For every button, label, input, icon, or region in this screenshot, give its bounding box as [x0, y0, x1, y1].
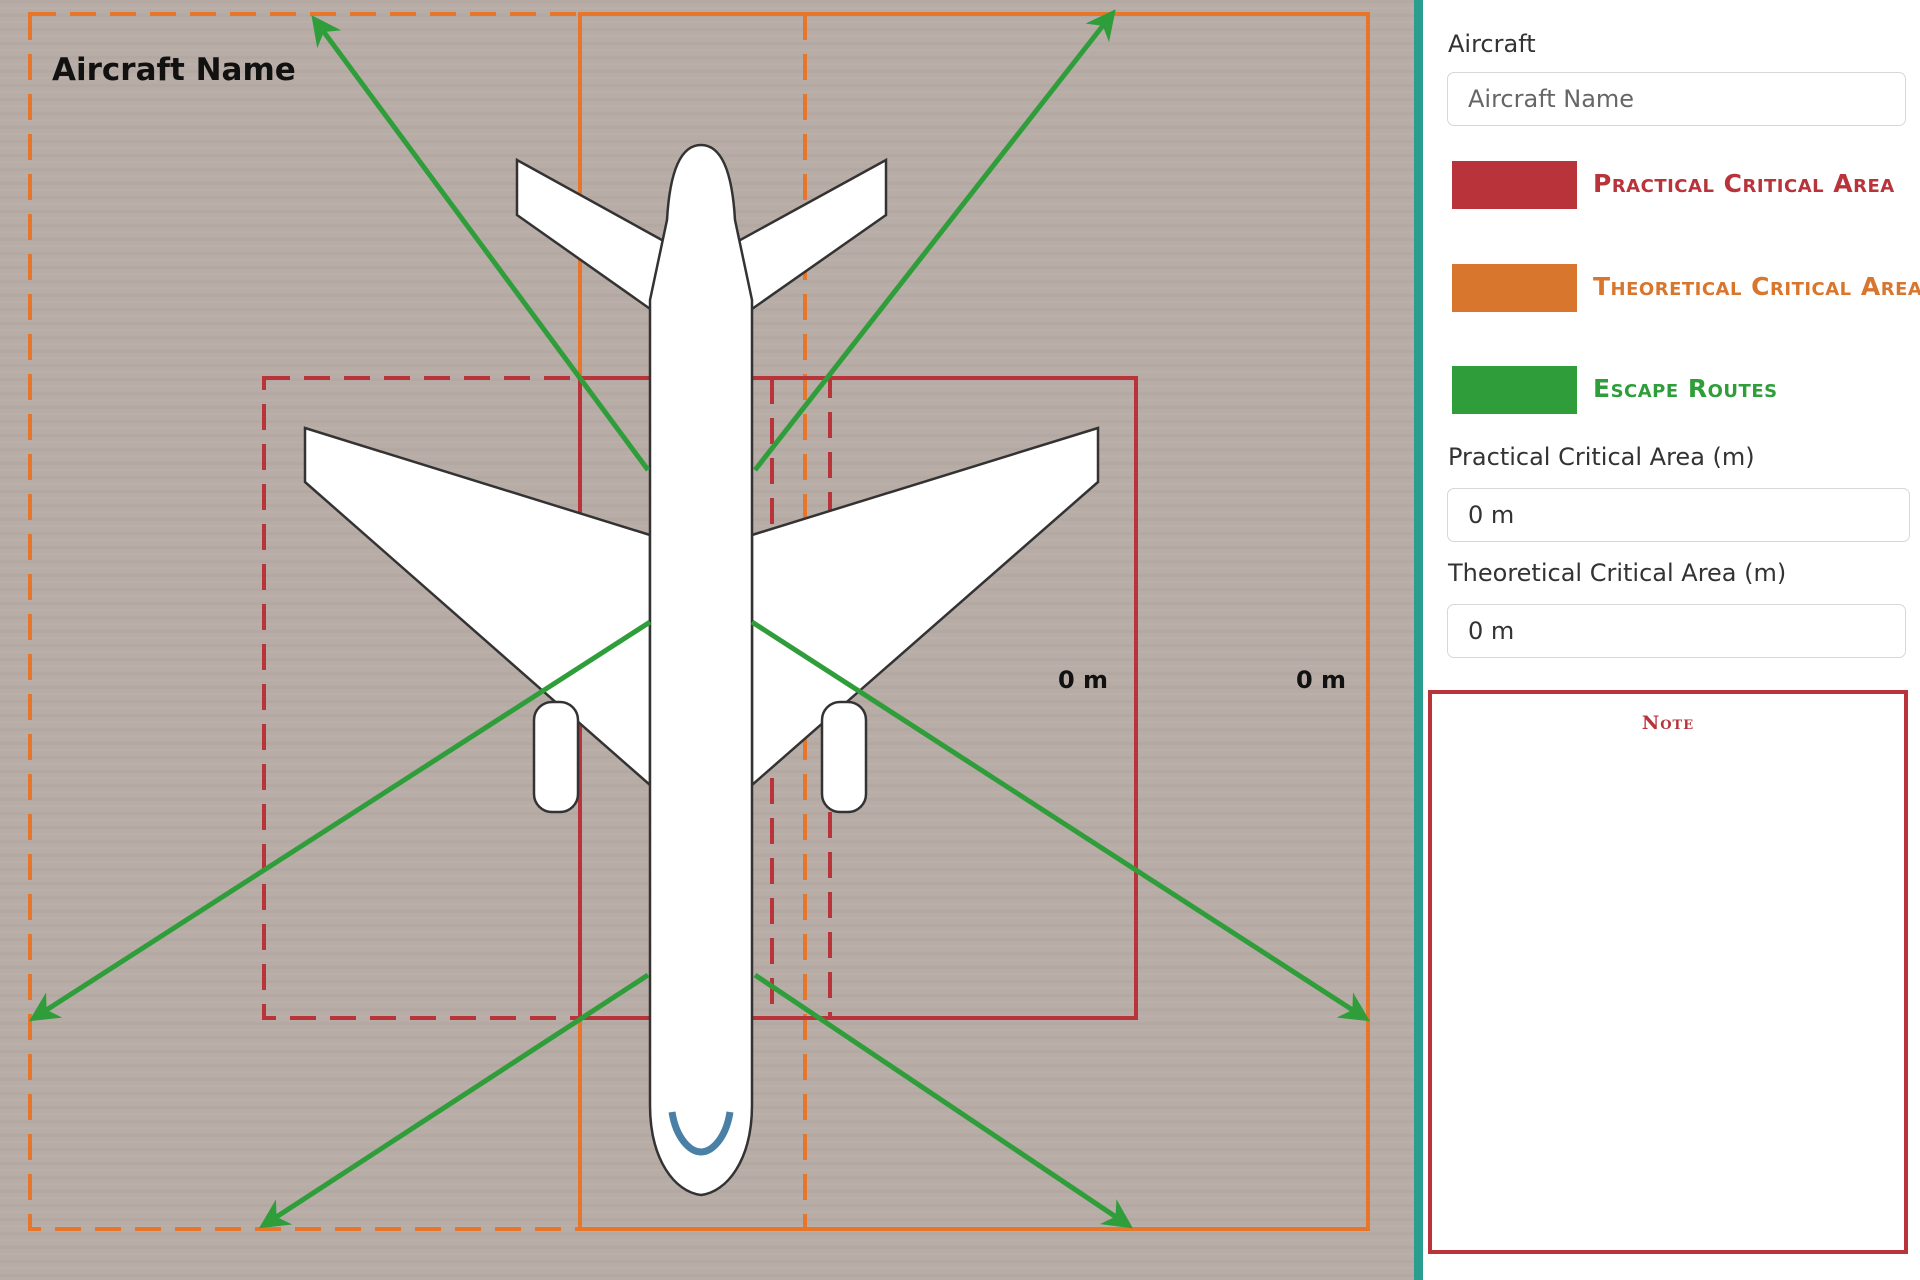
diagram-canvas [0, 0, 1414, 1280]
right-engine [820, 700, 868, 814]
theoretical-distance-label: 0 m [1296, 666, 1347, 694]
practical-distance-label: 0 m [1058, 666, 1109, 694]
practical-swatch [1452, 161, 1577, 209]
escape-legend-label: Escape Routes [1593, 374, 1778, 403]
note-title: Note [1641, 712, 1695, 734]
theoretical-swatch [1452, 264, 1577, 312]
legend-escape: Escape Routes [1443, 362, 1913, 418]
practical-area-input[interactable] [1447, 488, 1910, 542]
aircraft-name-input[interactable] [1447, 72, 1906, 126]
legend-practical: Practical Critical Area [1443, 157, 1913, 213]
escape-swatch [1452, 366, 1577, 414]
theoretical-area-input[interactable] [1447, 604, 1906, 658]
critical-area-diagram: Aircraft Name 0 m 0 m [0, 0, 1414, 1280]
panel-divider [1414, 0, 1423, 1280]
theoretical-area-label: Theoretical Critical Area (m) [1448, 559, 1787, 587]
left-engine [532, 700, 580, 814]
note-box[interactable]: Note [1428, 690, 1908, 1254]
aircraft-label: Aircraft [1448, 30, 1536, 58]
fuselage [648, 143, 754, 1197]
legend-theoretical: Theoretical Critical Area [1443, 260, 1920, 316]
practical-area-label: Practical Critical Area (m) [1448, 443, 1755, 471]
aircraft-name-title: Aircraft Name [52, 52, 296, 88]
side-panel: Aircraft Practical Critical Area Theoret… [1423, 0, 1920, 1280]
practical-legend-label: Practical Critical Area [1593, 169, 1895, 198]
theoretical-legend-label: Theoretical Critical Area [1593, 272, 1920, 301]
